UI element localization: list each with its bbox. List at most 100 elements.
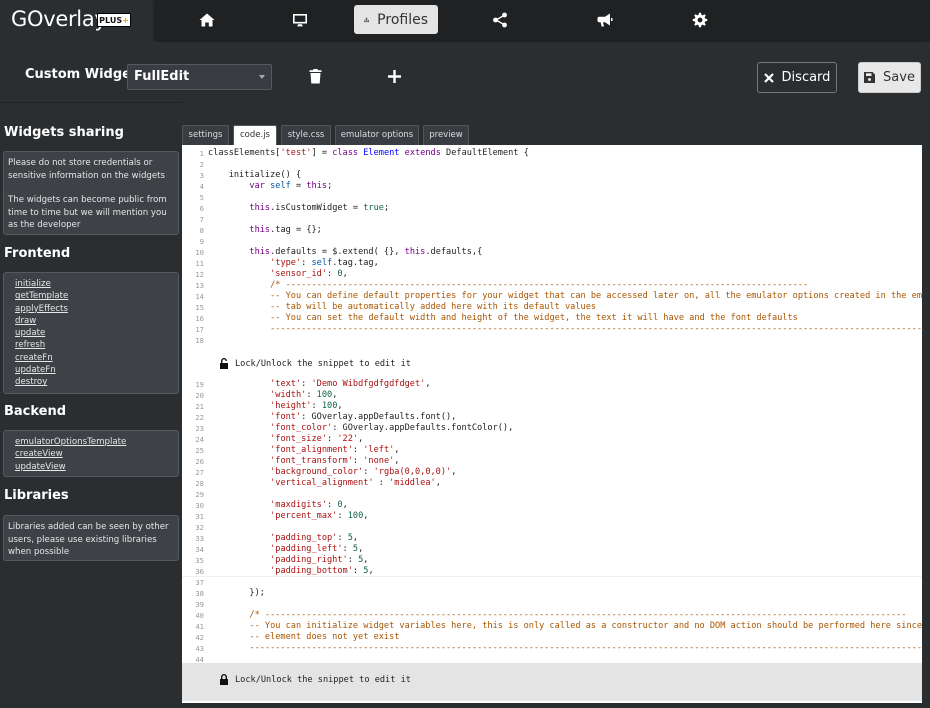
nav-settings[interactable] <box>692 5 708 34</box>
line-number: 6 <box>199 204 204 213</box>
libraries-notice: Libraries added can be seen by other use… <box>3 515 179 561</box>
frontend-link-updatefn[interactable]: updateFn <box>15 364 167 376</box>
code-line[interactable]: 'percent_max': 100, <box>208 511 368 522</box>
code-line[interactable]: 'padding_right': 5, <box>208 555 368 566</box>
close-icon <box>763 72 774 83</box>
line-number: 18 <box>195 336 204 345</box>
code-line[interactable]: 'background_color': 'rgba(0,0,0,0)', <box>208 467 456 478</box>
tab-code-js[interactable]: code.js <box>233 125 277 145</box>
frontend-link-update[interactable]: update <box>15 327 167 339</box>
code-line[interactable]: 'maxdigits': 0, <box>208 500 348 511</box>
delete-widget-button[interactable] <box>305 66 325 86</box>
save-button[interactable]: Save <box>858 62 921 93</box>
code-line[interactable]: initialize() { <box>208 170 301 181</box>
floppy-disk-icon <box>864 72 876 83</box>
code-line[interactable]: -- tab will be automatically added here … <box>208 302 596 313</box>
sidebar: Widgets sharing Please do not store cred… <box>0 102 182 708</box>
share-icon <box>493 12 507 27</box>
line-number: 15 <box>195 303 204 312</box>
plus-badge-text: PLUS <box>99 16 123 25</box>
code-line[interactable]: 'padding_top': 5, <box>208 533 358 544</box>
gear-icon <box>692 12 708 27</box>
frontend-links: initialize getTemplate applyEffects draw… <box>3 272 179 394</box>
widget-select[interactable]: FullEdit <box>127 64 272 90</box>
tab-emulator-options[interactable]: emulator options <box>335 125 419 145</box>
code-line[interactable]: 'sensor_id': 0, <box>208 269 348 280</box>
code-line[interactable]: /* -------------------------------------… <box>208 280 808 291</box>
code-line[interactable]: var self = this; <box>208 181 332 192</box>
code-line[interactable]: /* -------------------------------------… <box>208 610 906 621</box>
code-line[interactable]: 'height': 100, <box>208 401 342 412</box>
backend-link-createview[interactable]: createView <box>15 448 167 460</box>
code-line[interactable]: -- You can initialize widget variables h… <box>208 621 922 632</box>
chevron-down-icon <box>259 75 265 79</box>
snippet-lock-toggle-2[interactable]: Lock/Unlock the snippet to edit it <box>219 674 411 685</box>
frontend-link-refresh[interactable]: refresh <box>15 339 167 351</box>
nav-monitor[interactable] <box>292 5 308 34</box>
code-editor[interactable]: 1 classElements['test'] = class Element e… <box>182 145 922 703</box>
line-number: 24 <box>195 435 204 444</box>
code-line[interactable]: this.defaults = $.extend( {}, this.defau… <box>208 247 482 258</box>
snippet-lock-toggle-1[interactable]: Lock/Unlock the snippet to edit it <box>219 358 411 369</box>
code-line[interactable]: }); <box>208 588 265 599</box>
code-line[interactable]: 'text': 'Demo Wibdfgdfgdfdget', <box>208 379 430 390</box>
frontend-link-destroy[interactable]: destroy <box>15 376 167 388</box>
line-number: 2 <box>199 160 204 169</box>
code-line[interactable]: 'font_transform': 'none', <box>208 456 399 467</box>
code-line[interactable]: -- element does not yet exist <box>208 632 399 643</box>
nav-profiles[interactable]: Profiles <box>354 5 438 34</box>
code-line[interactable]: 'width': 100, <box>208 390 337 401</box>
frontend-link-initialize[interactable]: initialize <box>15 278 167 290</box>
snippet-lock-label-2: Lock/Unlock the snippet to edit it <box>235 674 411 685</box>
line-number: 12 <box>195 270 204 279</box>
code-line[interactable]: 'vertical_alignment' : 'middlea', <box>208 478 441 489</box>
line-number: 40 <box>195 611 204 620</box>
backend-link-emulatoroptionstemplate[interactable]: emulatorOptionsTemplate <box>15 436 167 448</box>
frontend-link-gettemplate[interactable]: getTemplate <box>15 290 167 302</box>
code-line[interactable]: 'font_size': '22', <box>208 434 363 445</box>
code-line[interactable]: 'font': GOverlay.appDefaults.font(), <box>208 412 456 423</box>
code-block-1[interactable]: 1 classElements['test'] = class Element e… <box>182 148 922 346</box>
code-line[interactable]: -- You can set the default width and hei… <box>208 313 798 324</box>
code-line[interactable]: 'padding_left': 5, <box>208 544 363 555</box>
code-line[interactable]: -- You can define default properties for… <box>208 291 922 302</box>
frontend-link-createfn[interactable]: createFn <box>15 352 167 364</box>
code-block-3[interactable]: 37 38 }); 39 40 /* ------------------------… <box>182 577 922 665</box>
line-number: 42 <box>195 633 204 642</box>
nav-home[interactable] <box>199 5 215 34</box>
code-line[interactable]: classElements['test'] = class Element ex… <box>208 148 529 159</box>
code-block-2[interactable]: 19 'text': 'Demo Wibdfgdfgdfdget', 20 'wi… <box>182 379 922 577</box>
app-logo[interactable]: GOverlay <box>11 7 107 31</box>
line-number: 4 <box>199 182 204 191</box>
code-line[interactable]: this.tag = {}; <box>208 225 321 236</box>
code-line[interactable]: 'type': self.tag.tag, <box>208 258 379 269</box>
sharing-notice-text-1: Please do not store credentials or sensi… <box>8 158 165 181</box>
code-line[interactable]: 'font_color': GOverlay.appDefaults.fontC… <box>208 423 513 434</box>
code-line[interactable]: this.isCustomWidget = true; <box>208 203 389 214</box>
discard-label: Discard <box>781 70 831 85</box>
nav-announcements[interactable] <box>597 5 613 34</box>
snippet-lock-row-2[interactable]: Lock/Unlock the snippet to edit it <box>182 663 922 701</box>
code-line[interactable]: ----------------------------------------… <box>208 643 922 654</box>
add-widget-button[interactable] <box>384 66 404 86</box>
tab-settings[interactable]: settings <box>182 125 229 145</box>
frontend-link-applyeffects[interactable]: applyEffects <box>15 303 167 315</box>
line-number: 1 <box>199 149 204 158</box>
backend-links: emulatorOptionsTemplate createView updat… <box>3 430 179 477</box>
line-number: 10 <box>195 248 204 257</box>
backend-link-updateview[interactable]: updateView <box>15 461 167 473</box>
line-number: 27 <box>195 468 204 477</box>
tab-preview[interactable]: preview <box>423 125 469 145</box>
tab-style-css[interactable]: style.css <box>281 125 331 145</box>
nav-share[interactable] <box>492 5 508 34</box>
discard-button[interactable]: Discard <box>757 62 837 93</box>
line-number: 17 <box>195 325 204 334</box>
code-line[interactable]: 'font_alignment': 'left', <box>208 445 399 456</box>
line-number: 11 <box>195 259 204 268</box>
line-number: 16 <box>195 314 204 323</box>
plus-badge-sign: + <box>122 16 129 25</box>
plus-icon <box>387 69 401 83</box>
sitemap-icon <box>364 17 370 22</box>
code-line[interactable]: ----------------------------------------… <box>208 324 922 335</box>
frontend-link-draw[interactable]: draw <box>15 315 167 327</box>
